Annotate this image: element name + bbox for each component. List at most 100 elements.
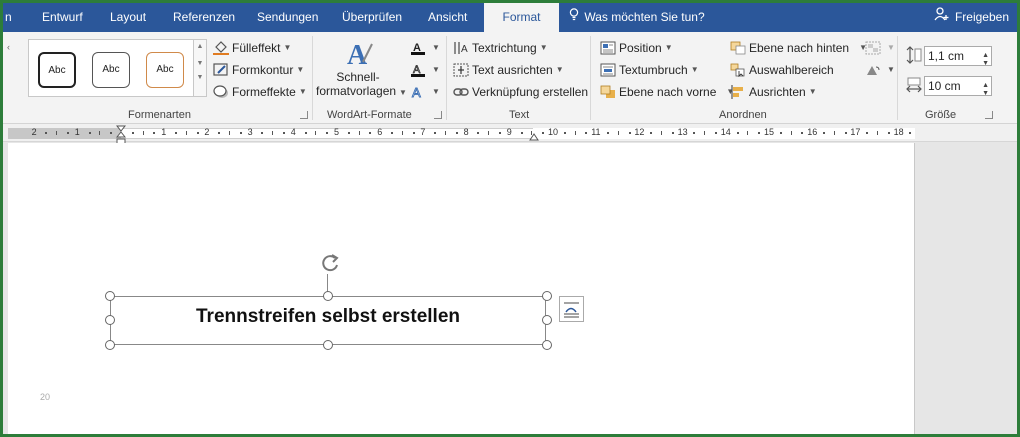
quick-styles-button[interactable]: A Schnell- formatvorlagen ▼ (316, 38, 407, 106)
send-backward-button[interactable]: Ebene nach hinten ▼ (730, 38, 867, 58)
quick-styles-label-2: formatvorlagen (316, 84, 397, 98)
group-separator (446, 36, 447, 120)
text-direction-label: Textrichtung (472, 41, 537, 55)
position-icon (600, 41, 616, 55)
rotate-button[interactable]: ▼ (865, 60, 895, 80)
shape-width-field[interactable]: 10 cm ▲ ▼ (924, 76, 992, 97)
ruler-number: 1 (74, 127, 80, 137)
position-button[interactable]: Position ▼ (600, 38, 673, 58)
horizontal-ruler[interactable]: 2 1 1 2 3 4 5 6 7 8 9 10 11 12 13 14 15 16 17 18 (3, 124, 1017, 145)
tab-start[interactable]: n (5, 3, 17, 32)
gallery-more-icon[interactable]: ▼ (194, 74, 206, 81)
text-box[interactable]: Trennstreifen selbst erstellen (110, 296, 546, 345)
gallery-scrollbar[interactable]: ▲ ▼ ▼ (193, 39, 207, 97)
fill-effect-label: Fülleffekt (232, 41, 281, 55)
group-label-size: Größe (925, 109, 957, 121)
text-box-content[interactable]: Trennstreifen selbst erstellen (111, 297, 545, 344)
ruler-tick (391, 132, 393, 134)
wrap-text-button[interactable]: Textumbruch ▼ (600, 60, 699, 80)
ruler-number: 17 (850, 127, 861, 137)
chevron-down-icon: ▼ (555, 65, 564, 74)
ruler-tick (790, 131, 792, 135)
pencil-outline-icon (213, 63, 229, 77)
ruler-tick (261, 132, 264, 134)
document-page[interactable] (8, 143, 915, 434)
text-outline-icon: A (410, 63, 426, 77)
spin-down-icon[interactable]: ▼ (982, 55, 989, 73)
selection-pane-icon (730, 63, 746, 78)
selection-pane-button[interactable]: Auswahlbereich (730, 60, 834, 80)
ruler-tick (326, 132, 329, 134)
fill-effect-button[interactable]: Fülleffekt ▼ (213, 38, 291, 58)
bring-forward-label: Ebene nach vorne (619, 85, 717, 99)
resize-handle-n[interactable] (323, 291, 333, 301)
ruler-tick (358, 131, 360, 135)
resize-handle-sw[interactable] (105, 340, 115, 350)
text-direction-button[interactable]: A Textrichtung ▼ (453, 38, 548, 58)
ruler-tick (196, 132, 199, 134)
group-label-anordnen: Anordnen (719, 109, 767, 121)
ruler-tick (401, 131, 403, 135)
rotate-handle-icon[interactable] (318, 252, 342, 279)
align-text-button[interactable]: Text ausrichten ▼ (453, 60, 564, 80)
ruler-number: 18 (893, 127, 904, 137)
chevron-down-icon: ▼ (887, 43, 895, 52)
text-effects-button[interactable]: A ▼ (410, 82, 440, 102)
ruler-number: 3 (247, 127, 253, 137)
tell-me-search[interactable]: Was möchten Sie tun? (569, 3, 705, 32)
bring-forward-button[interactable]: Ebene nach vorne ▼ (600, 82, 734, 102)
share-button[interactable]: Freigeben (934, 3, 1009, 32)
tab-format[interactable]: Format (484, 3, 559, 32)
chevron-left-icon[interactable]: ‹ (7, 42, 10, 52)
resize-handle-e[interactable] (542, 315, 552, 325)
group-label-formenarten: Formenarten (128, 109, 191, 121)
chevron-down-icon: ▼ (283, 43, 292, 52)
tab-layout[interactable]: Layout (110, 3, 150, 32)
ruler-tick (661, 131, 662, 135)
ruler-tick (142, 131, 144, 135)
dialog-launcher-icon[interactable] (300, 111, 308, 119)
ruler-number: 9 (506, 127, 512, 137)
chevron-up-icon[interactable]: ▲ (194, 43, 206, 50)
tab-mailings[interactable]: Sendungen (257, 3, 319, 32)
ruler-tick (153, 132, 156, 134)
tab-view[interactable]: Ansicht (428, 3, 473, 32)
layout-options-button[interactable] (559, 296, 584, 322)
resize-handle-nw[interactable] (105, 291, 115, 301)
spin-down-icon[interactable]: ▼ (982, 85, 989, 103)
dialog-launcher-icon[interactable] (434, 111, 442, 119)
shape-style-3[interactable]: Abc (146, 52, 184, 88)
group-objects-button[interactable]: ▼ (865, 38, 895, 58)
tab-review[interactable]: Überprüfen (342, 3, 406, 32)
align-button[interactable]: Ausrichten ▼ (730, 82, 817, 102)
shape-style-2[interactable]: Abc (92, 52, 130, 88)
chevron-down-icon[interactable]: ▼ (194, 60, 206, 67)
tab-references[interactable]: Referenzen (173, 3, 235, 32)
chevron-down-icon: ▼ (690, 65, 699, 74)
ruler-tick (412, 132, 415, 134)
wrap-text-label: Textumbruch (619, 63, 688, 77)
ruler-number: 8 (463, 127, 469, 137)
chevron-down-icon: ▼ (808, 87, 817, 96)
text-fill-button[interactable]: A ▼ (410, 38, 440, 58)
ruler-tick (823, 132, 825, 134)
tab-design[interactable]: Entwurf (42, 3, 88, 32)
quick-styles-label-1: Schnell- (336, 70, 380, 84)
resize-handle-s[interactable] (323, 340, 333, 350)
ruler-tick (650, 132, 653, 134)
resize-handle-ne[interactable] (542, 291, 552, 301)
chevron-down-icon: ▼ (432, 65, 440, 74)
shape-style-1[interactable]: Abc (38, 52, 76, 88)
person-add-icon (934, 3, 952, 32)
shape-height-field[interactable]: 1,1 cm ▲ ▼ (924, 46, 992, 67)
ruler-number: 13 (677, 127, 688, 137)
resize-handle-w[interactable] (105, 315, 115, 325)
create-link-button[interactable]: Verknüpfung erstellen (453, 82, 588, 102)
resize-handle-se[interactable] (542, 340, 552, 350)
ruler-tick (477, 132, 480, 134)
shape-outline-button[interactable]: Formkontur ▼ (213, 60, 304, 80)
text-outline-button[interactable]: A ▼ (410, 60, 440, 80)
shape-effects-button[interactable]: Formeffekte ▼ (213, 82, 307, 102)
dialog-launcher-icon[interactable] (985, 111, 993, 119)
shape-outline-label: Formkontur (232, 63, 294, 77)
